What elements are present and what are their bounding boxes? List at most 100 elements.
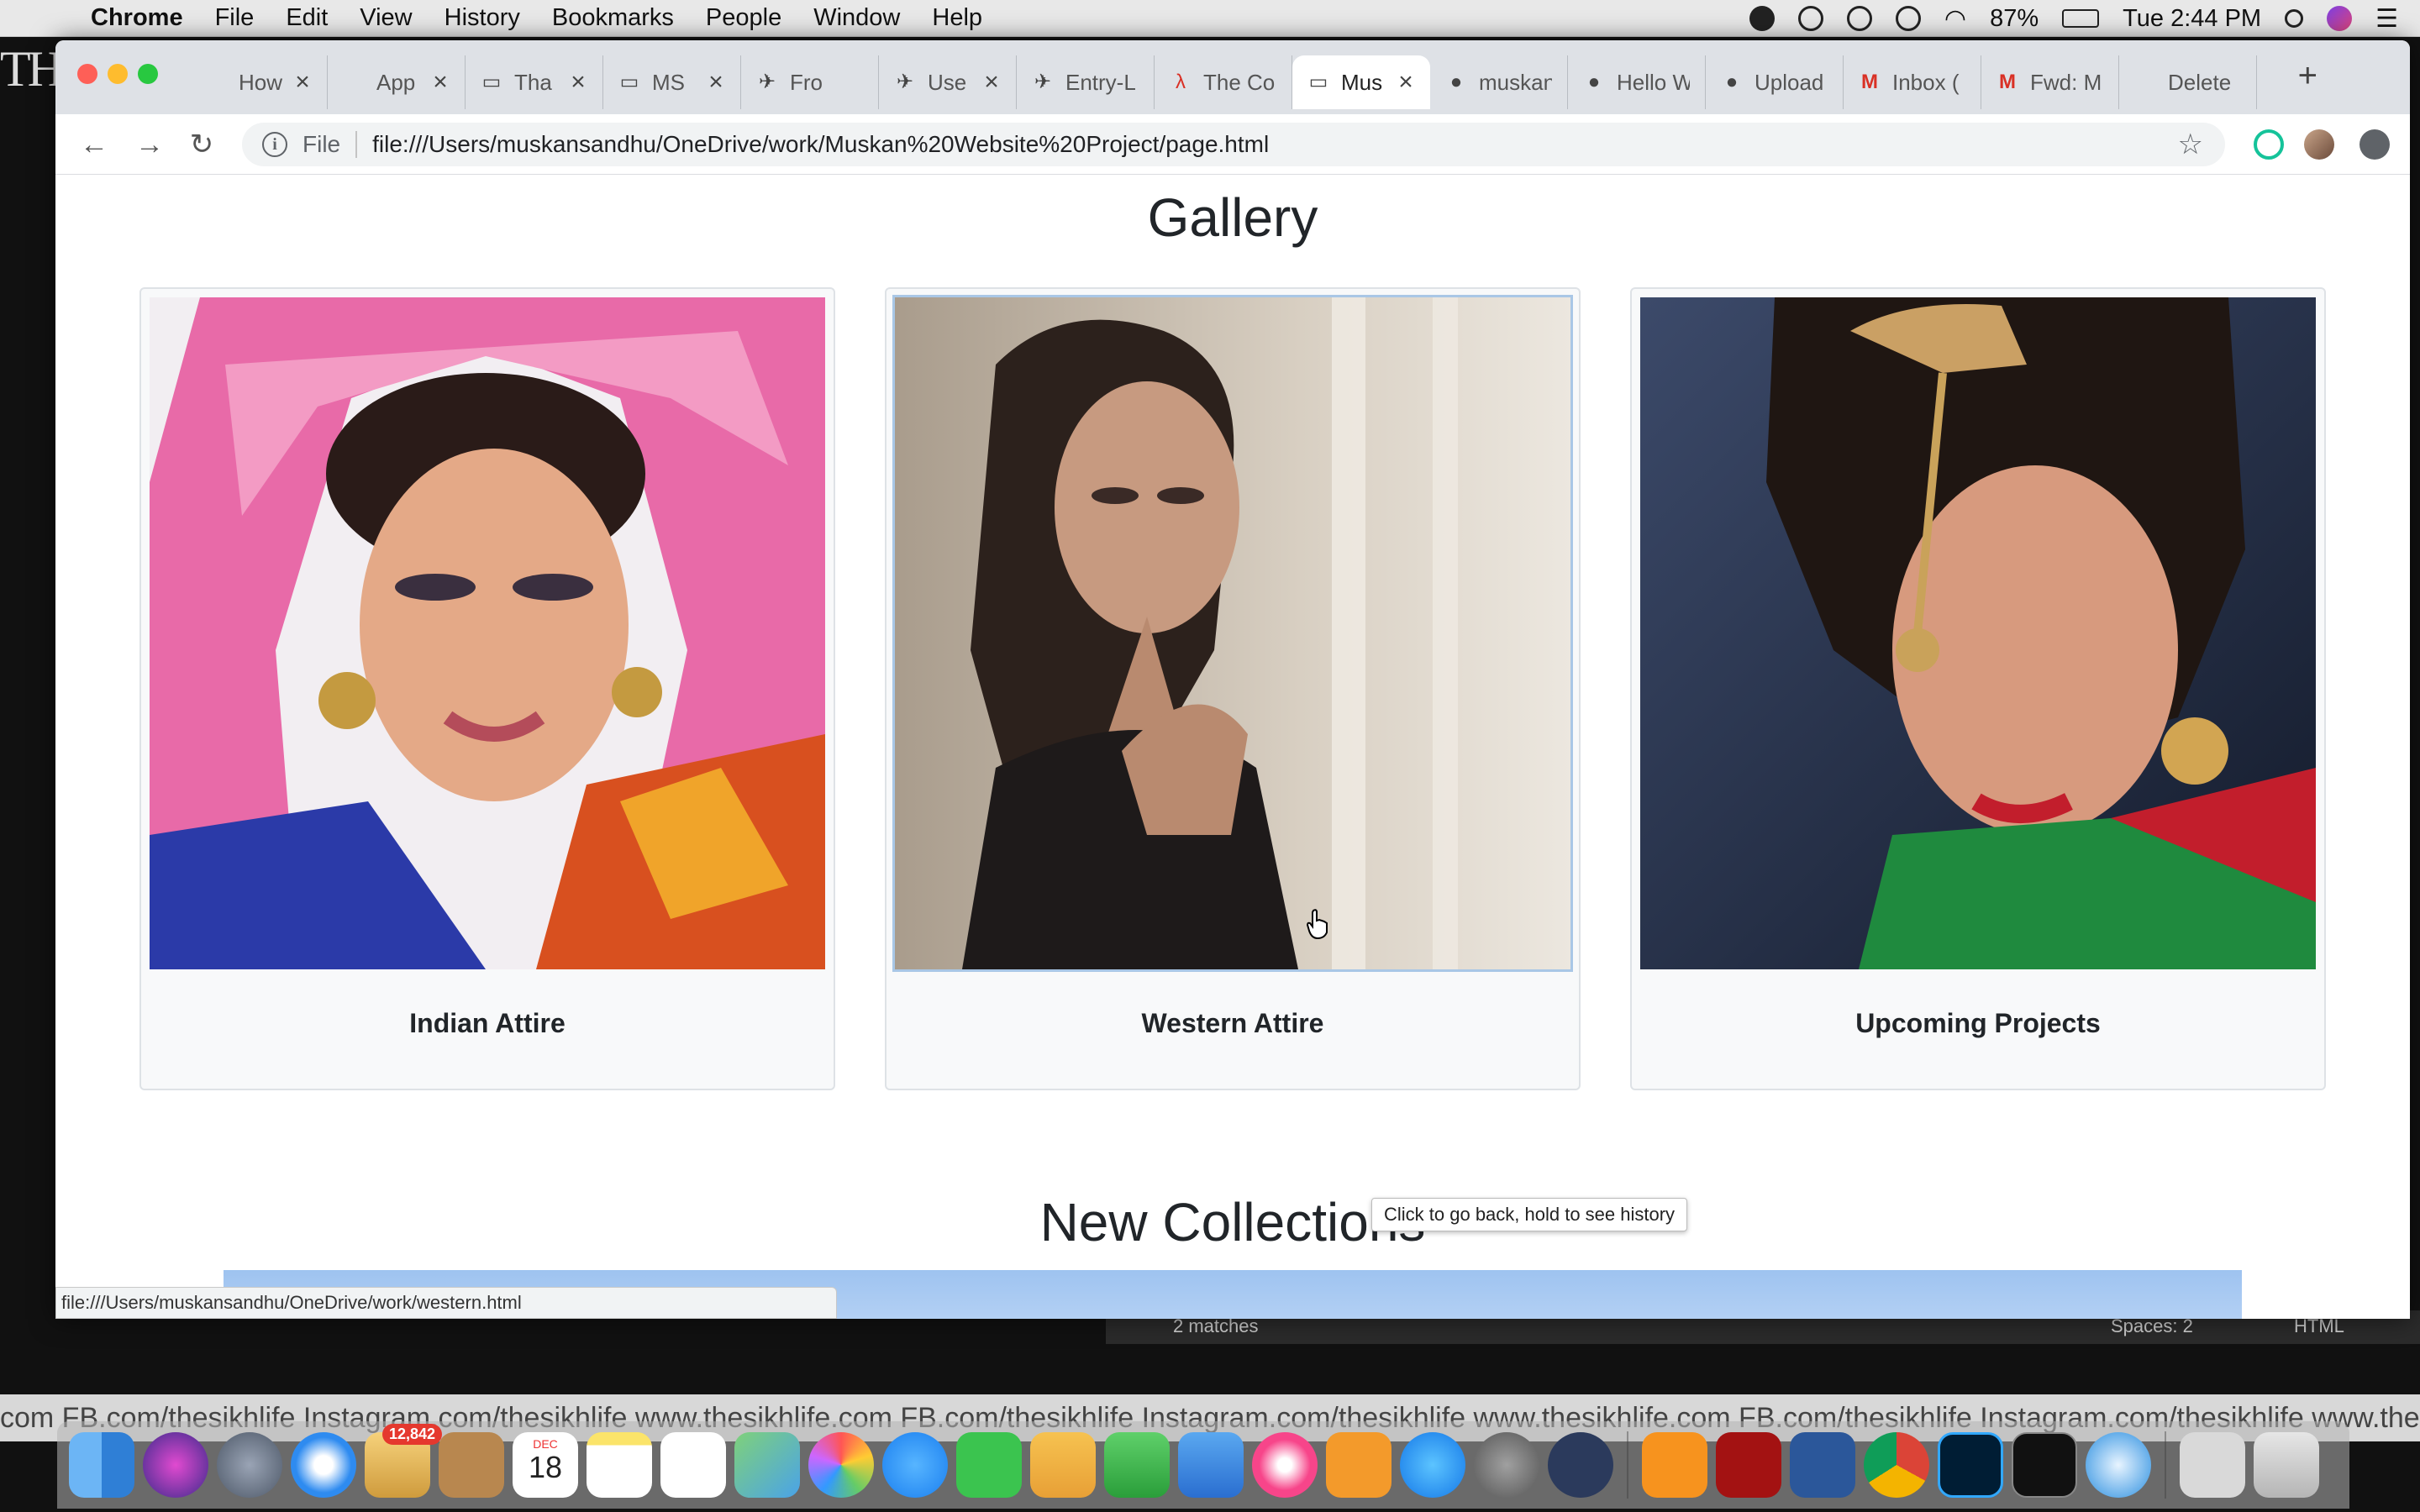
- back-button-tooltip: Click to go back, hold to see history: [1371, 1198, 1688, 1231]
- terminal-dock-icon[interactable]: [2012, 1432, 2077, 1498]
- menu-file[interactable]: File: [215, 4, 255, 32]
- tab-10[interactable]: ● Hello W: [1568, 55, 1706, 109]
- tab-close-icon[interactable]: ×: [1397, 68, 1415, 97]
- siri-dock-icon[interactable]: [143, 1432, 208, 1498]
- photos-dock-icon[interactable]: [808, 1432, 874, 1498]
- bird-icon: ✈: [1034, 71, 1052, 93]
- photoshop-dock-icon[interactable]: [1938, 1432, 2003, 1498]
- menu-history[interactable]: History: [445, 4, 520, 32]
- itunes-dock-icon[interactable]: [1252, 1432, 1318, 1498]
- bookmark-star-icon[interactable]: ☆: [2178, 128, 2203, 161]
- calendar-dock-icon[interactable]: DEC 18: [513, 1432, 578, 1498]
- upcoming-projects-photo[interactable]: [1640, 297, 2316, 969]
- menu-bookmarks[interactable]: Bookmarks: [552, 4, 674, 32]
- close-window-button[interactable]: [77, 64, 97, 84]
- contacts-dock-icon[interactable]: [439, 1432, 504, 1498]
- notes-dock-icon[interactable]: [587, 1432, 652, 1498]
- page-viewport: Gallery Indian Attire Western Attire Upc…: [55, 175, 2410, 1319]
- creative-cloud-icon[interactable]: [1846, 6, 1872, 31]
- facetime-dock-icon[interactable]: [956, 1432, 1022, 1498]
- new-tab-button[interactable]: +: [2298, 57, 2317, 95]
- trash-dock-icon[interactable]: [2254, 1432, 2319, 1498]
- tab-2[interactable]: ▭ Tha ×: [466, 55, 603, 109]
- menu-window[interactable]: Window: [813, 4, 900, 32]
- tab-6[interactable]: ✈ Entry-L: [1017, 55, 1155, 109]
- safari-dock-icon[interactable]: [291, 1432, 356, 1498]
- app-menu-chrome[interactable]: Chrome: [91, 4, 183, 32]
- mail-unread-badge: 12,842: [381, 1424, 442, 1445]
- tab-0[interactable]: How ×: [190, 55, 328, 109]
- menu-edit[interactable]: Edit: [286, 4, 328, 32]
- update-icon[interactable]: [2360, 129, 2390, 160]
- gallery-card-indian-attire[interactable]: Indian Attire: [139, 287, 835, 1090]
- tab-close-icon[interactable]: ×: [569, 68, 587, 97]
- maps-dock-icon[interactable]: [734, 1432, 800, 1498]
- gallery-card-upcoming-projects[interactable]: Upcoming Projects: [1630, 287, 2326, 1090]
- siri-icon[interactable]: [2327, 6, 2353, 31]
- chrome-dock-icon[interactable]: [1864, 1432, 1929, 1498]
- checkmark-icon[interactable]: [1895, 6, 1921, 31]
- menu-view[interactable]: View: [360, 4, 412, 32]
- tab-title: Hello W: [1617, 69, 1690, 95]
- tab-12[interactable]: M Inbox (: [1844, 55, 1981, 109]
- tab-close-icon[interactable]: ×: [431, 68, 450, 97]
- launchpad-dock-icon[interactable]: [217, 1432, 282, 1498]
- tab-4[interactable]: ✈ Fro: [741, 55, 879, 109]
- tab-title: Tha: [514, 69, 552, 95]
- tab-13[interactable]: M Fwd: M: [1981, 55, 2119, 109]
- back-button[interactable]: ←: [76, 126, 113, 163]
- finder-dock-icon[interactable]: [69, 1432, 134, 1498]
- tab-14[interactable]: Delete: [2119, 55, 2257, 109]
- quicktime-dock-icon[interactable]: [2086, 1432, 2151, 1498]
- system-preferences-dock-icon[interactable]: [1474, 1432, 1539, 1498]
- spotlight-search-icon[interactable]: [2285, 9, 2304, 28]
- menu-help[interactable]: Help: [932, 4, 982, 32]
- keynote-dock-icon[interactable]: [1178, 1432, 1244, 1498]
- battery-icon[interactable]: [2062, 9, 2100, 28]
- word-dock-icon[interactable]: [1790, 1432, 1855, 1498]
- record-icon[interactable]: [1749, 6, 1775, 31]
- battery-percentage[interactable]: 87%: [1990, 5, 2039, 33]
- tab-8[interactable]: ▭ Mus ×: [1292, 55, 1430, 109]
- url-text[interactable]: file:///Users/muskansandhu/OneDrive/work…: [372, 131, 1269, 158]
- page-icon: ▭: [1308, 71, 1328, 93]
- wifi-icon[interactable]: ◠: [1944, 4, 1966, 34]
- tab-1[interactable]: App ×: [328, 55, 466, 109]
- app-store-dock-icon[interactable]: [1400, 1432, 1465, 1498]
- menu-people[interactable]: People: [706, 4, 781, 32]
- cloud-icon[interactable]: [1797, 6, 1823, 31]
- calendar-day: 18: [528, 1450, 563, 1484]
- gallery-card-western-attire[interactable]: Western Attire: [885, 287, 1581, 1090]
- menu-bar-clock[interactable]: Tue 2:44 PM: [2123, 5, 2261, 33]
- bbedit-dock-icon[interactable]: [1548, 1432, 1613, 1498]
- tab-3[interactable]: ▭ MS ×: [603, 55, 741, 109]
- tab-5[interactable]: ✈ Use ×: [879, 55, 1017, 109]
- reload-button[interactable]: ↻: [183, 126, 220, 163]
- mail-dock-icon[interactable]: 12,842: [365, 1424, 442, 1498]
- notification-center-icon[interactable]: ☰: [2375, 4, 2398, 34]
- pages-dock-icon[interactable]: [1030, 1432, 1096, 1498]
- tab-close-icon[interactable]: ×: [982, 68, 1001, 97]
- site-info-icon[interactable]: i: [262, 132, 287, 157]
- reminders-dock-icon[interactable]: [660, 1432, 726, 1498]
- tab-7[interactable]: λ The Co: [1155, 55, 1292, 109]
- tab-close-icon[interactable]: ×: [293, 68, 312, 97]
- acrobat-dock-icon[interactable]: [1716, 1432, 1781, 1498]
- tab-close-icon[interactable]: ×: [707, 68, 725, 97]
- tab-9[interactable]: ● muskan: [1430, 55, 1568, 109]
- minimize-window-button[interactable]: [108, 64, 128, 84]
- grammarly-extension-icon[interactable]: [2254, 129, 2284, 160]
- books-dock-icon[interactable]: [1326, 1432, 1392, 1498]
- zoom-window-button[interactable]: [138, 64, 158, 84]
- address-bar[interactable]: i File file:///Users/muskansandhu/OneDri…: [242, 123, 2225, 166]
- indian-attire-photo[interactable]: [150, 297, 825, 969]
- forward-button[interactable]: →: [131, 126, 168, 163]
- western-attire-photo[interactable]: [892, 295, 1573, 972]
- profile-avatar[interactable]: [2304, 129, 2334, 160]
- downloads-stack-dock-icon[interactable]: [2180, 1432, 2245, 1498]
- card-caption: Upcoming Projects: [1855, 1008, 2101, 1038]
- tab-11[interactable]: ● Upload: [1706, 55, 1844, 109]
- messages-dock-icon[interactable]: [882, 1432, 948, 1498]
- numbers-dock-icon[interactable]: [1104, 1432, 1170, 1498]
- sublime-text-dock-icon[interactable]: [1642, 1432, 1707, 1498]
